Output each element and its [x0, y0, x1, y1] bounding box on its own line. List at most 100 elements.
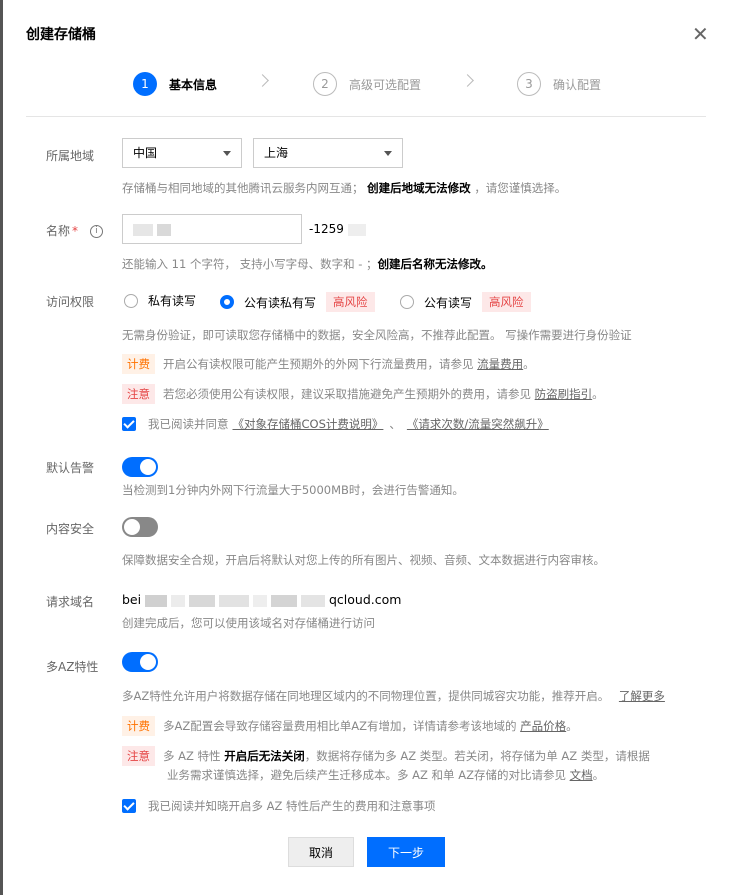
- region-help: 存储桶与相同地域的其他腾讯云服务内网互通； 创建后地域无法修改 ，请您谨慎选择。: [122, 180, 566, 196]
- multi-az-note-notice: 注意多 AZ 特性 开启后无法关闭，数据将存储为多 AZ 类型。若关闭，将存储为…: [122, 746, 650, 766]
- stepper: 1 基本信息 2 高级可选配置 3 确认配置: [0, 72, 729, 96]
- required-mark: *: [72, 224, 79, 238]
- name-label-text: 名称: [46, 224, 71, 238]
- radio-private[interactable]: 私有读写: [124, 292, 196, 309]
- agree-separator: 、: [389, 417, 401, 431]
- redacted-text: [347, 223, 366, 236]
- country-select[interactable]: 中国: [122, 138, 242, 168]
- anti-theft-link[interactable]: 防盗刷指引: [535, 387, 593, 401]
- request-domain-value: bei qcloud.com: [122, 592, 401, 607]
- header-divider: [26, 116, 706, 117]
- redacted-text: [301, 594, 325, 607]
- step-label: 高级可选配置: [349, 77, 422, 92]
- radio-label: 公有读写: [424, 295, 473, 310]
- redacted-text: [219, 594, 250, 607]
- fee-end: 。: [523, 357, 535, 371]
- note-text: 若您必须使用公有读权限，建议采取措施避免产生预期外的费用，请参见: [163, 387, 531, 401]
- alarm-help: 当检测到1分钟内外网下行流量大于5000MB时，会进行告警通知。: [122, 483, 464, 497]
- agree-text: 我已阅读并知晓开启多 AZ 特性后产生的费用和注意事项: [148, 799, 436, 813]
- billing-doc-link[interactable]: 《对象存储桶COS计费说明》: [233, 416, 384, 432]
- product-price-link[interactable]: 产品价格: [520, 719, 566, 733]
- access-agree-checkbox-row: 我已阅读并同意 《对象存储桶COS计费说明》 、 《请求次数/流量突然飙升》: [122, 416, 549, 432]
- agree-checkbox[interactable]: [122, 417, 136, 431]
- country-value: 中国: [133, 146, 158, 160]
- risk-badge: 高风险: [482, 292, 531, 312]
- domain-prefix: bei: [122, 592, 142, 607]
- multi-az-fee-notice: 计费 多AZ配置会导致存储容量费用相比单AZ有增加，详情请参考该地域的 产品价格。: [122, 716, 578, 736]
- alarm-label: 默认告警: [46, 461, 95, 475]
- multi-az-toggle[interactable]: [122, 652, 158, 672]
- step-confirm: 3 确认配置: [517, 72, 601, 96]
- access-label: 访问权限: [46, 295, 95, 309]
- multi-az-label: 多AZ特性: [46, 660, 99, 674]
- traffic-spike-link[interactable]: 《请求次数/流量突然飙升》: [407, 416, 549, 432]
- learn-more-link[interactable]: 了解更多: [619, 689, 665, 703]
- traffic-fee-link[interactable]: 流量费用: [477, 357, 523, 371]
- alarm-toggle[interactable]: [122, 457, 158, 477]
- step-number: 1: [133, 72, 157, 96]
- multi-az-agree-row: 我已阅读并知晓开启多 AZ 特性后产生的费用和注意事项: [122, 798, 436, 814]
- radio-label: 私有读写: [148, 294, 197, 308]
- note-bold: 开启后无法关闭: [224, 749, 305, 763]
- left-edge: [0, 0, 3, 895]
- access-note-notice: 注意 若您必须使用公有读权限，建议采取措施避免产生预期外的费用，请参见 防盗刷指引…: [122, 384, 604, 404]
- note-end: 。: [592, 768, 605, 782]
- caret-down-icon: [223, 151, 231, 156]
- content-security-toggle[interactable]: [122, 517, 158, 537]
- appid-suffix-text: -1259: [309, 222, 344, 236]
- chevron-right-icon: [256, 74, 269, 87]
- toggle-knob: [140, 654, 156, 670]
- info-icon[interactable]: i: [89, 225, 103, 238]
- fee-tag: 计费: [122, 354, 155, 374]
- redacted-text: [133, 223, 153, 236]
- name-help-text: 还能输入 11 个字符， 支持小写字母、数字和 - ；: [122, 257, 378, 271]
- chevron-right-icon: [461, 74, 474, 87]
- close-icon[interactable]: ✕: [692, 24, 709, 44]
- radio-circle-selected: [220, 295, 234, 309]
- region-help-bold: 创建后地域无法修改: [367, 181, 471, 195]
- agree-text: 我已阅读并同意: [148, 417, 229, 431]
- access-desc: 无需身份验证，即可读取您存储桶中的数据，安全风险高，不推荐此配置。 写操作需要进…: [122, 328, 632, 342]
- access-fee-notice: 计费 开启公有读权限可能产生预期外的外网下行流量费用，请参见 流量费用。: [122, 354, 535, 374]
- redacted-text: [189, 594, 216, 607]
- multi-az-agree-checkbox[interactable]: [122, 799, 136, 813]
- toggle-knob: [140, 459, 156, 475]
- cancel-button[interactable]: 取消: [288, 837, 354, 867]
- step-label: 确认配置: [553, 77, 602, 92]
- content-security-help: 保障数据安全合规，开启后将默认对您上传的所有图片、视频、音频、文本数据进行内容审…: [122, 553, 605, 567]
- multi-az-desc: 多AZ特性允许用户将数据存储在同地理区域内的不同物理位置，提供同城容灾功能，推荐…: [122, 688, 665, 704]
- fee-text: 开启公有读权限可能产生预期外的外网下行流量费用，请参见: [163, 357, 474, 371]
- radio-circle: [124, 293, 138, 308]
- radio-public-read-write[interactable]: 公有读写 高风险: [400, 292, 531, 312]
- risk-badge: 高风险: [326, 292, 375, 312]
- redacted-text: [271, 594, 298, 607]
- region-help-end: ，请您谨慎选择。: [474, 181, 567, 195]
- step-number: 2: [313, 72, 337, 96]
- radio-label: 公有读私有写: [244, 295, 317, 310]
- multi-az-note-line2: 业务需求谨慎选择，避免后续产生迁移成本。多 AZ 和单 AZ存储的对比请参见 文…: [167, 767, 604, 783]
- step-advanced-config: 2 高级可选配置: [313, 72, 421, 96]
- create-bucket-dialog: 创建存储桶 ✕ 1 基本信息 2 高级可选配置 3 确认配置 所属地域 中国 上…: [0, 0, 729, 895]
- city-value: 上海: [264, 146, 289, 160]
- region-label: 所属地域: [46, 149, 95, 163]
- appid-suffix: -1259: [309, 222, 366, 236]
- redacted-text: [171, 594, 186, 607]
- radio-circle: [400, 295, 414, 309]
- dialog-title: 创建存储桶: [26, 27, 96, 43]
- step-number: 3: [517, 72, 541, 96]
- note-end: 。: [592, 387, 604, 401]
- city-select[interactable]: 上海: [253, 138, 403, 168]
- step-label: 基本信息: [169, 77, 218, 92]
- redacted-text: [253, 594, 268, 607]
- name-help-bold: 创建后名称无法修改。: [377, 257, 493, 271]
- next-step-button[interactable]: 下一步: [367, 837, 445, 867]
- note-text: 多 AZ 特性: [163, 749, 221, 763]
- request-domain-help: 创建完成后，您可以使用该域名对存储桶进行访问: [122, 616, 375, 630]
- multi-az-desc-text: 多AZ特性允许用户将数据存储在同地理区域内的不同物理位置，提供同城容灾功能，推荐…: [122, 689, 610, 703]
- fee-text: 多AZ配置会导致存储容量费用相比单AZ有增加，详情请参考该地域的: [163, 719, 517, 733]
- name-help: 还能输入 11 个字符， 支持小写字母、数字和 - ；创建后名称无法修改。: [122, 256, 493, 272]
- doc-link[interactable]: 文档: [570, 768, 593, 782]
- bucket-name-input[interactable]: [122, 214, 302, 244]
- radio-public-read[interactable]: 公有读私有写 高风险: [220, 292, 375, 312]
- note-text: ，数据将存储为多 AZ 类型。若关闭，将存储为单 AZ 类型，请根据: [304, 749, 650, 763]
